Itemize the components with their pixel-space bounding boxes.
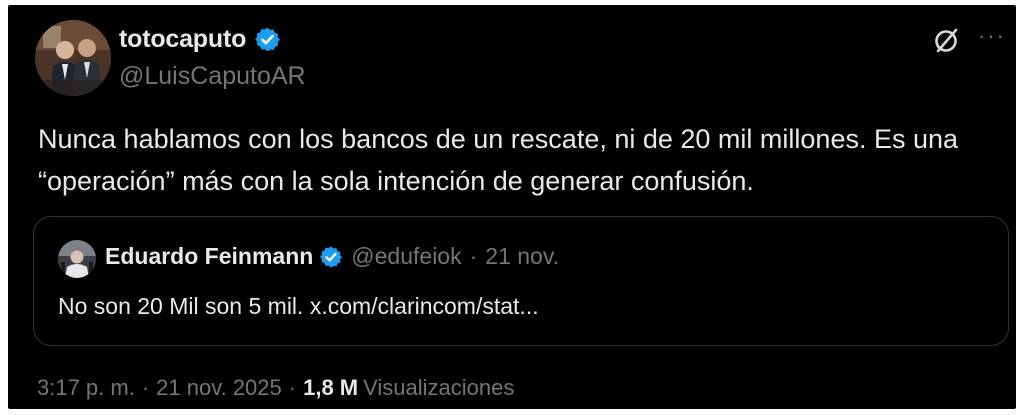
- verified-badge-icon: [320, 246, 343, 267]
- quoted-header: Eduardo Feinmann @edufeiok · 21 nov.: [105, 243, 559, 270]
- quoted-date[interactable]: 21 nov.: [485, 243, 559, 270]
- author-name-row: totocaputo: [119, 25, 281, 54]
- tweet-text: Nunca hablamos con los bancos de un resc…: [38, 124, 959, 196]
- views-label: Visualizaciones: [363, 375, 515, 400]
- quoted-display-name[interactable]: Eduardo Feinmann: [105, 243, 313, 270]
- author-avatar[interactable]: [35, 20, 111, 96]
- post-date[interactable]: 21 nov. 2025: [156, 375, 282, 401]
- grok-button[interactable]: [929, 22, 965, 58]
- quoted-tweet[interactable]: Eduardo Feinmann @edufeiok · 21 nov. No …: [33, 216, 1009, 346]
- meta-separator: ·: [141, 375, 150, 400]
- tweet-card: totocaputo @LuisCaputoAR ··· Nunca habla…: [8, 5, 1016, 409]
- more-icon: ···: [978, 23, 1006, 48]
- tweet-meta: 3:17 p. m. · 21 nov. 2025 · 1,8 M Visual…: [37, 375, 514, 401]
- author-display-name[interactable]: totocaputo: [119, 25, 246, 54]
- quoted-text: No son 20 Mil son 5 mil. x.com/clarincom…: [58, 293, 539, 319]
- more-options-button[interactable]: ···: [974, 24, 1010, 54]
- profile-photo-icon: [58, 240, 96, 278]
- meta-separator: ·: [288, 375, 297, 400]
- verified-badge-icon: [255, 27, 281, 52]
- quoted-separator: ·: [469, 243, 478, 269]
- quoted-handle[interactable]: @edufeiok: [351, 243, 461, 270]
- quoted-author-avatar[interactable]: [58, 240, 96, 278]
- views-count: 1,8 M: [303, 375, 359, 400]
- post-time[interactable]: 3:17 p. m.: [37, 375, 135, 401]
- grok-icon: [935, 28, 958, 53]
- author-handle[interactable]: @LuisCaputoAR: [119, 62, 306, 91]
- profile-photo-icon: [35, 20, 111, 96]
